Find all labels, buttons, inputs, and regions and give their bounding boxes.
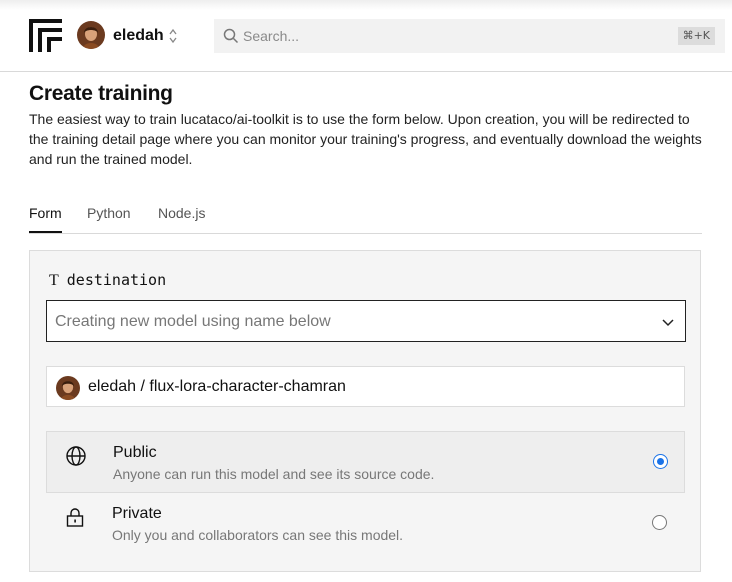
globe-icon — [66, 446, 86, 466]
tab-bar: Form Python Node.js — [29, 196, 702, 234]
top-bar: eledah Search... ⌘+K — [0, 0, 732, 72]
model-separator: / — [140, 378, 145, 395]
model-owner-avatar — [56, 376, 80, 400]
chevron-up-down-icon[interactable] — [168, 27, 178, 45]
model-name-value[interactable]: flux-lora-character-chamran — [149, 378, 346, 395]
public-title: Public — [113, 444, 157, 461]
public-radio[interactable] — [653, 454, 668, 469]
tab-form[interactable]: Form — [29, 205, 62, 233]
visibility-option-private[interactable]: Private Only you and collaborators can s… — [46, 493, 685, 555]
top-shadow — [0, 0, 732, 10]
destination-label-text: destination — [66, 271, 167, 289]
tab-nodejs[interactable]: Node.js — [158, 205, 205, 231]
model-name-field[interactable]: eledah / flux-lora-character-chamran — [46, 366, 685, 407]
search-icon — [223, 28, 239, 44]
private-description: Only you and collaborators can see this … — [112, 527, 404, 543]
destination-label: Tdestination — [49, 271, 166, 290]
public-description: Anyone can run this model and see its so… — [113, 466, 435, 482]
user-name[interactable]: eledah — [113, 27, 164, 45]
model-full-name[interactable]: eledah / flux-lora-character-chamran — [88, 378, 346, 396]
search-input[interactable]: Search... ⌘+K — [214, 19, 725, 53]
private-radio[interactable] — [652, 515, 667, 530]
text-type-icon: T — [49, 272, 59, 289]
page-title: Create training — [29, 82, 173, 105]
chevron-down-icon — [662, 319, 674, 327]
destination-select-value: Creating new model using name below — [55, 313, 331, 330]
model-owner: eledah — [88, 378, 137, 395]
user-avatar[interactable] — [77, 21, 105, 49]
page-intro: The easiest way to train lucataco/ai-too… — [29, 111, 702, 167]
private-title: Private — [112, 505, 162, 522]
lock-icon — [66, 508, 84, 527]
visibility-option-public[interactable]: Public Anyone can run this model and see… — [46, 431, 685, 493]
form-panel: Tdestination Creating new model using na… — [29, 250, 701, 572]
destination-select[interactable]: Creating new model using name below — [46, 300, 686, 342]
search-placeholder: Search... — [243, 28, 300, 44]
replicate-logo-icon[interactable] — [29, 19, 62, 52]
tab-python[interactable]: Python — [87, 205, 131, 231]
search-shortcut-badge: ⌘+K — [677, 27, 715, 45]
